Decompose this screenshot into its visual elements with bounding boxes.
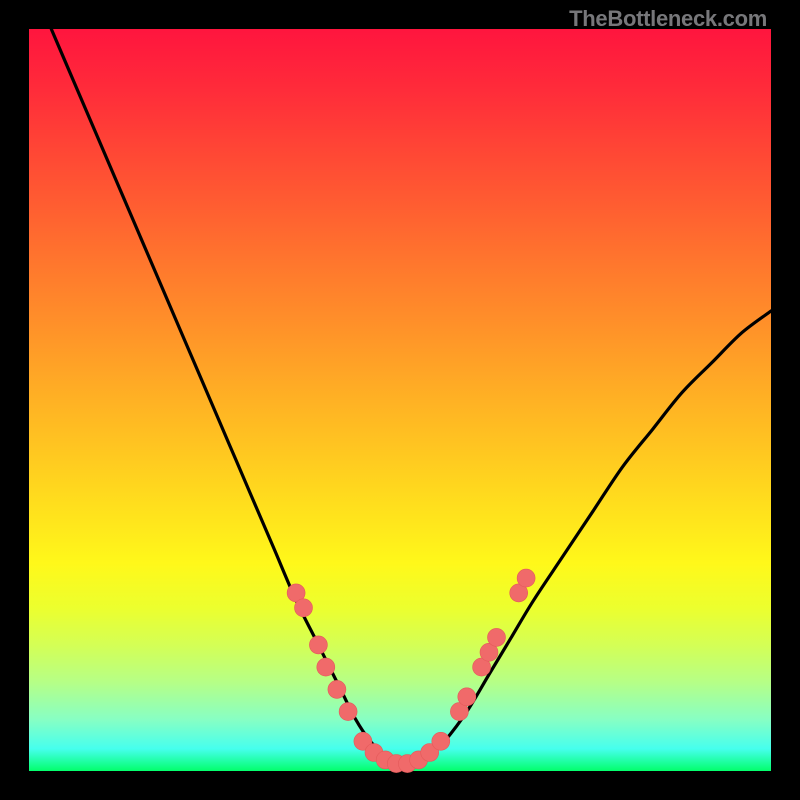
highlight-dots (287, 569, 535, 773)
bottleneck-curve (51, 29, 771, 765)
highlight-dot (458, 688, 476, 706)
highlight-dot (517, 569, 535, 587)
highlight-dot (309, 636, 327, 654)
highlight-dot (317, 658, 335, 676)
highlight-dot (488, 628, 506, 646)
curve-svg (29, 29, 771, 771)
highlight-dot (432, 732, 450, 750)
chart-frame: TheBottleneck.com (0, 0, 800, 800)
highlight-dot (328, 680, 346, 698)
plot-area (29, 29, 771, 771)
highlight-dot (339, 703, 357, 721)
highlight-dot (295, 599, 313, 617)
